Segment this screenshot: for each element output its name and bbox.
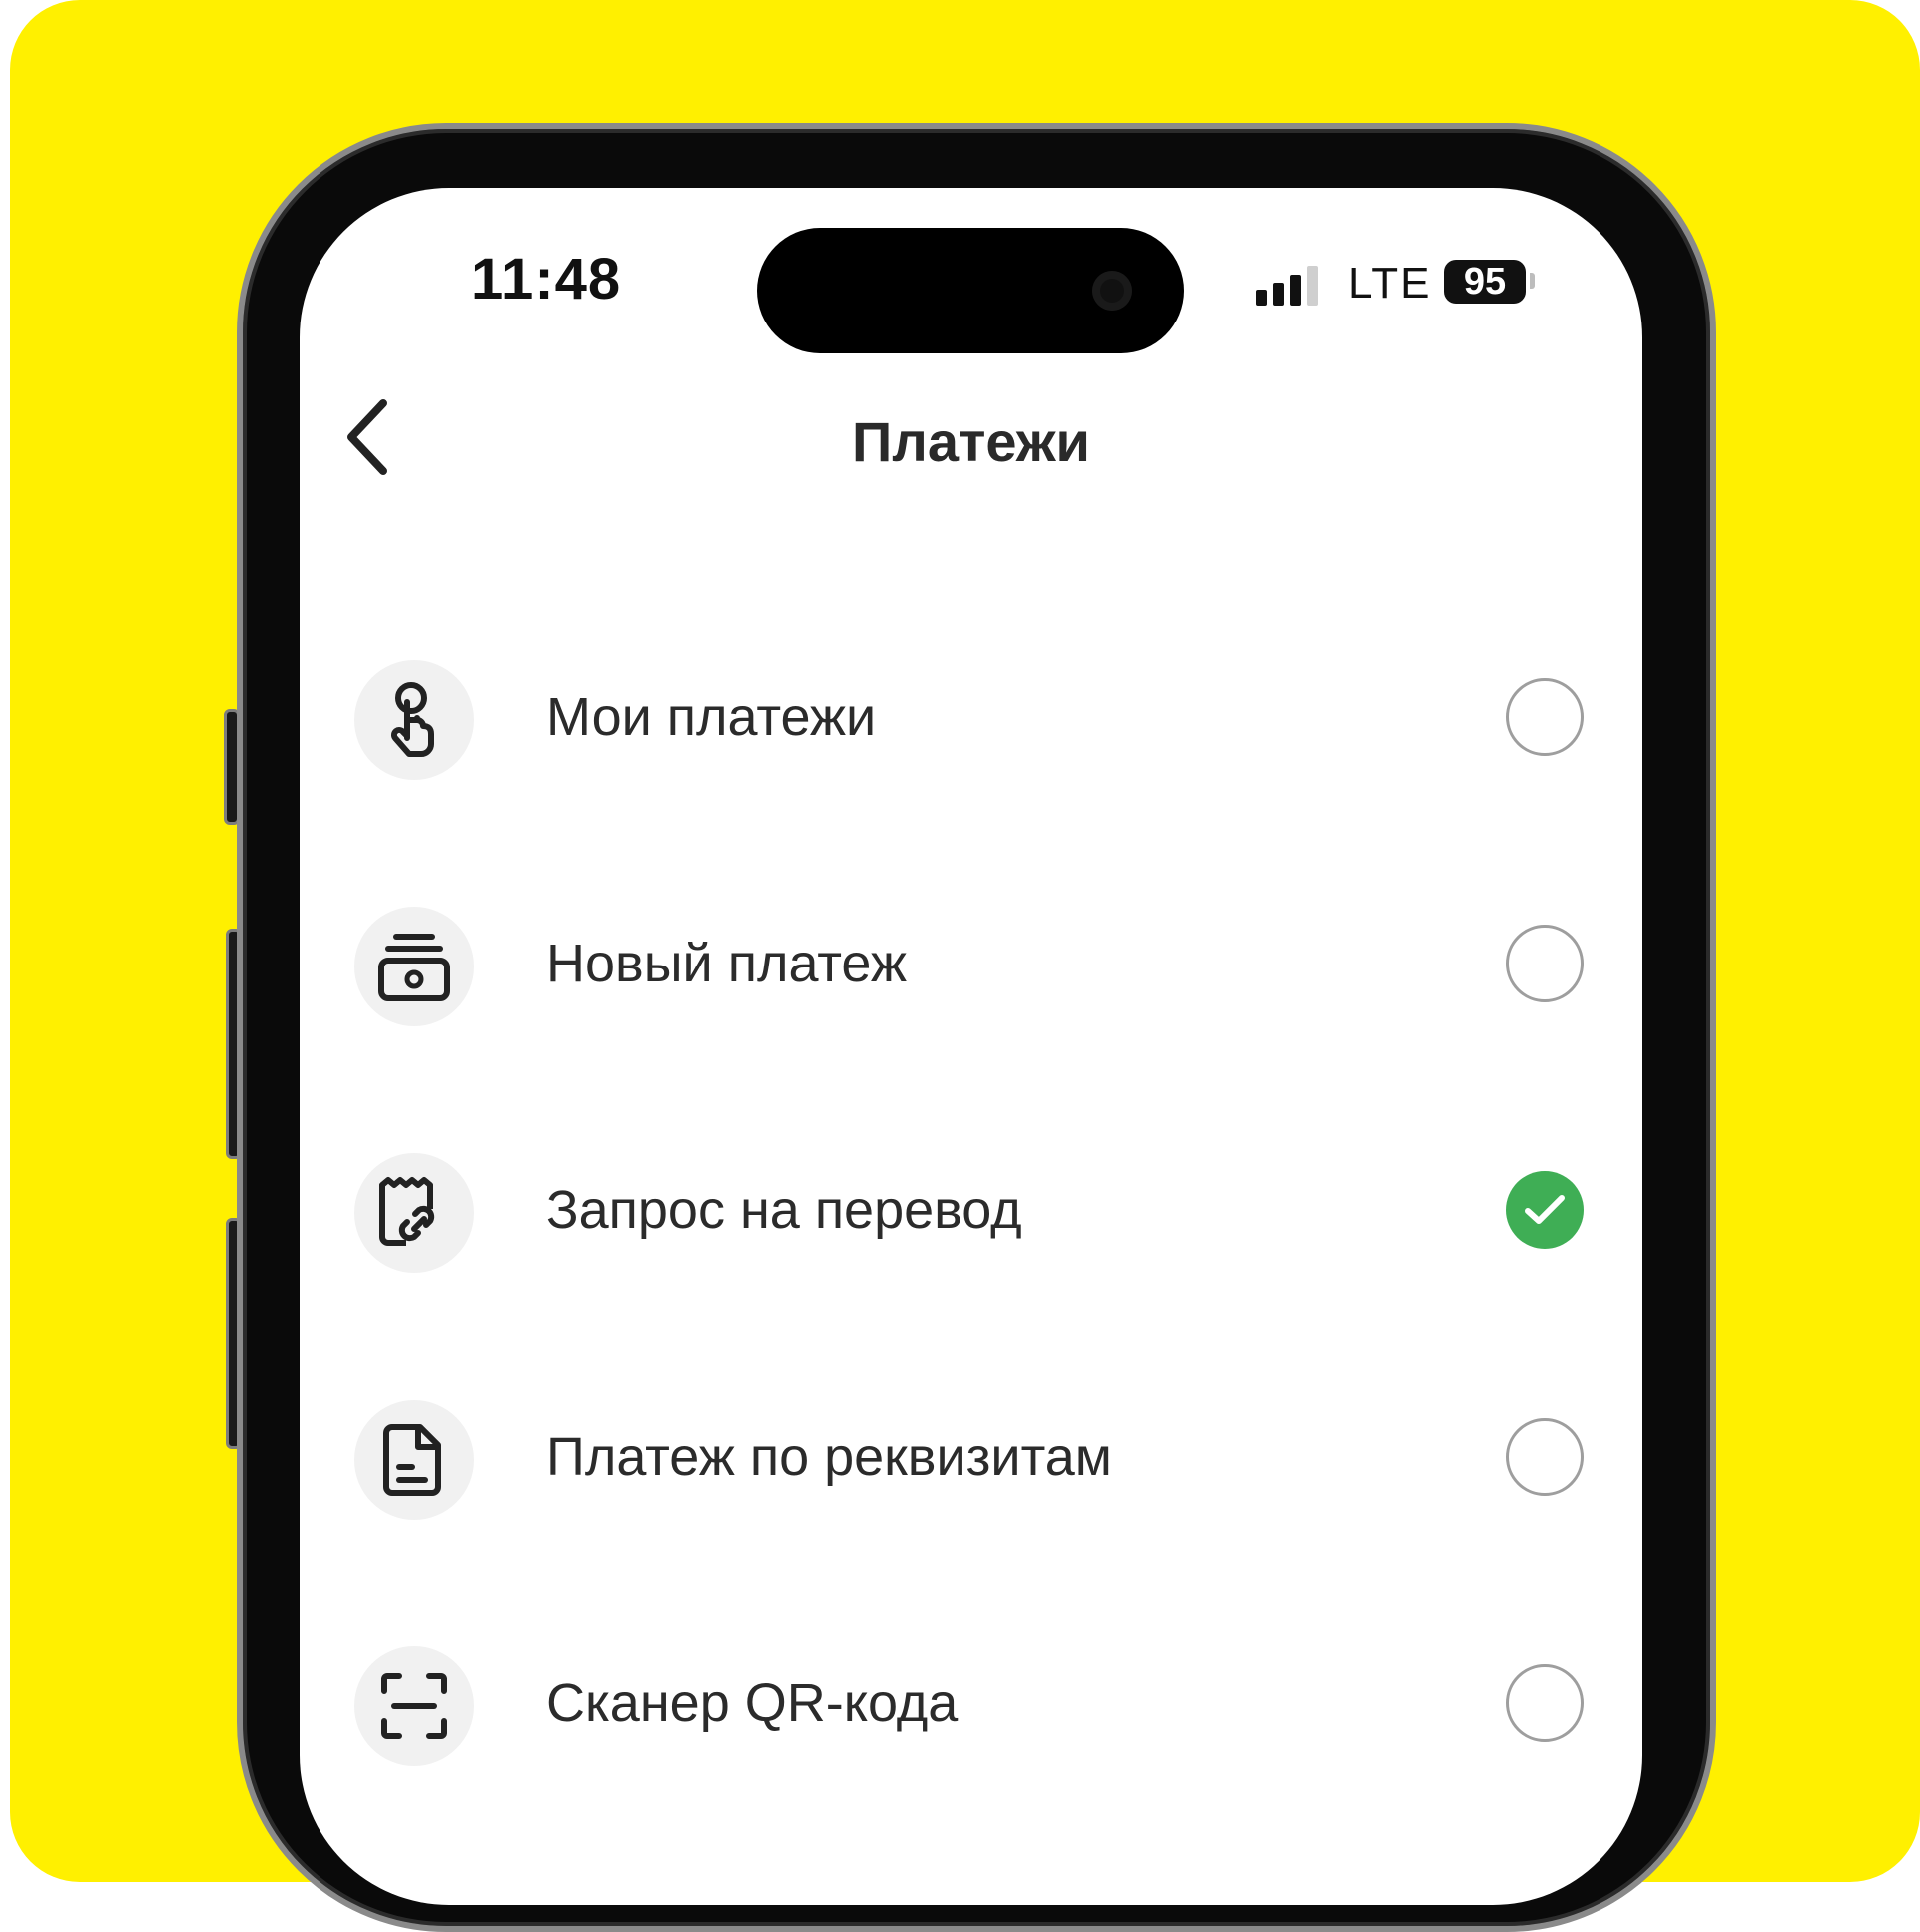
- cellular-signal-icon: [1256, 266, 1318, 306]
- menu-item-label: Мои платежи: [546, 687, 877, 747]
- menu-item-payment-by-details[interactable]: Платеж по реквизитам: [354, 1400, 1593, 1540]
- cash-stack-icon: [378, 934, 450, 1001]
- icon-circle: [354, 1646, 474, 1766]
- radio-button[interactable]: [1506, 1418, 1584, 1496]
- dynamic-island: [757, 228, 1184, 353]
- checkmark-icon: [1525, 1195, 1565, 1224]
- menu-item-my-payments[interactable]: Мои платежи: [354, 660, 1593, 800]
- radio-button[interactable]: [1506, 925, 1584, 1002]
- network-type: LTE: [1348, 259, 1432, 308]
- page-title: Платежи: [852, 410, 1090, 473]
- phone-screen: 11:48 LTE 95 Платежи Мои платежи Новый п…: [300, 188, 1642, 1905]
- hand-pointer-icon: [391, 682, 434, 757]
- receipt-link-icon: [379, 1177, 435, 1246]
- icon-circle: [354, 907, 474, 1026]
- battery-level: 95: [1444, 260, 1526, 304]
- radio-button[interactable]: [1506, 1664, 1584, 1742]
- icon-circle: [354, 1153, 474, 1273]
- radio-button[interactable]: [1506, 678, 1584, 756]
- icon-circle: [354, 1400, 474, 1520]
- menu-item-label: Сканер QR-кода: [546, 1673, 959, 1733]
- qr-scan-icon: [381, 1673, 447, 1739]
- status-time: 11:48: [471, 247, 622, 312]
- menu-item-transfer-request[interactable]: Запрос на перевод: [354, 1153, 1593, 1293]
- menu-item-label: Новый платеж: [546, 934, 907, 993]
- document-icon: [383, 1424, 441, 1496]
- menu-item-label: Платеж по реквизитам: [546, 1427, 1112, 1487]
- icon-circle: [354, 660, 474, 780]
- battery-tip-icon: [1530, 273, 1535, 289]
- menu-item-qr-scanner[interactable]: Сканер QR-кода: [354, 1646, 1593, 1786]
- menu-item-label: Запрос на перевод: [546, 1180, 1022, 1240]
- menu-item-new-payment[interactable]: Новый платеж: [354, 907, 1593, 1046]
- camera-icon: [1092, 271, 1132, 311]
- radio-button-checked[interactable]: [1506, 1171, 1584, 1249]
